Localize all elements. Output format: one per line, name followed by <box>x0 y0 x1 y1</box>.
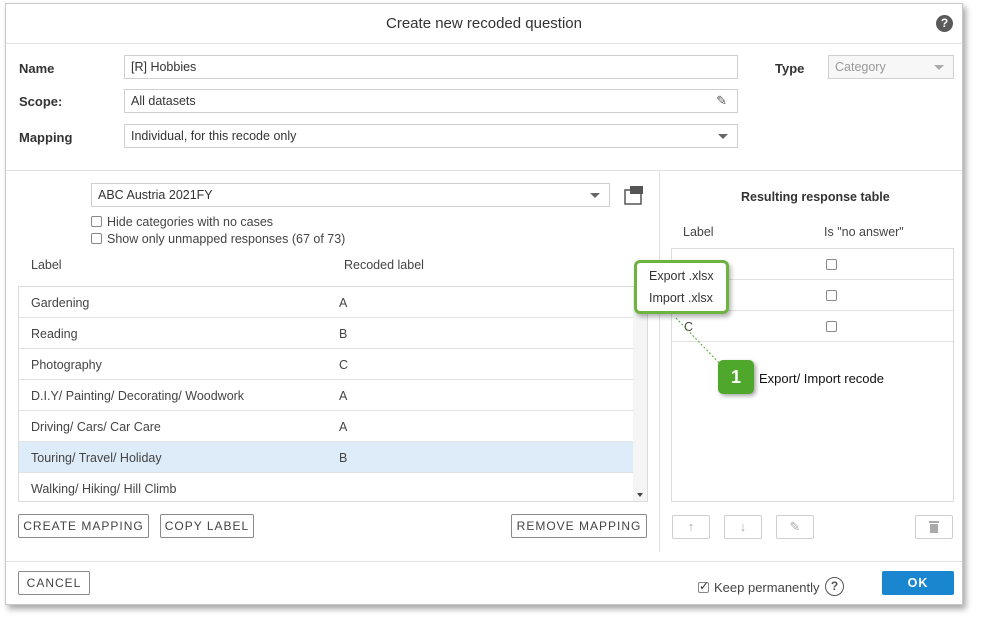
import-xlsx-menu-item[interactable]: Import .xlsx <box>649 291 713 305</box>
callout-text: Export/ Import recode <box>759 371 884 386</box>
export-import-menu: Export .xlsx Import .xlsx <box>634 260 729 314</box>
callout-number-badge: 1 <box>718 360 754 394</box>
export-xlsx-menu-item[interactable]: Export .xlsx <box>649 269 714 283</box>
callout-leader-line <box>675 317 723 367</box>
